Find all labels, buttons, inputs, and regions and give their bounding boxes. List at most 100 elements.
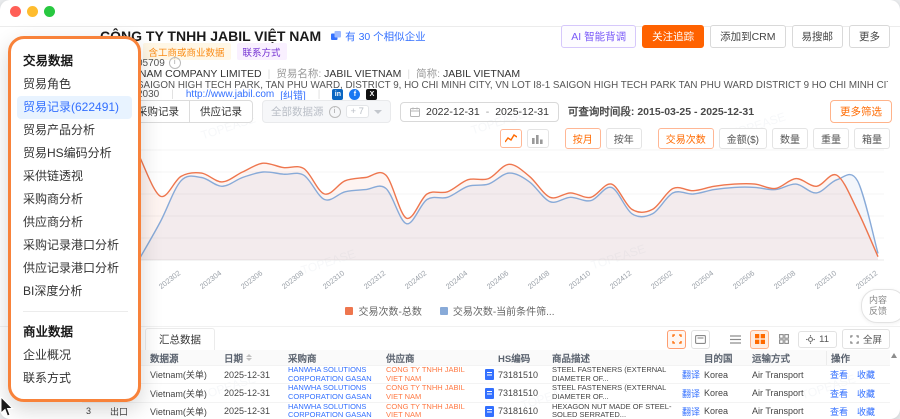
sidebar-item-trade-hs-analysis[interactable]: 贸易HS编码分析	[23, 142, 130, 165]
more-actions-button[interactable]: 更多	[849, 25, 890, 48]
x-axis-tick: 202302	[157, 268, 182, 291]
follow-track-button[interactable]: 关注追踪	[642, 25, 704, 48]
facebook-icon[interactable]: f	[349, 89, 360, 100]
table-row: 1出口Vietnam(关单)2025-12-31HANWHA SOLUTIONS…	[82, 365, 890, 383]
legend-item[interactable]: 交易次数-总数	[345, 303, 421, 318]
x-axis-tick: 202408	[526, 268, 551, 291]
product-description: STEEL FASTENERS (EXTERNAL DIAMETER OF...	[552, 384, 679, 401]
x-axis-tick: 202412	[608, 268, 633, 291]
cell-source: Vietnam(关单)	[146, 405, 220, 418]
company-doc-icon[interactable]	[485, 388, 494, 399]
scroll-up-icon[interactable]	[891, 353, 897, 358]
sidebar-item-bi-analysis[interactable]: BI深度分析	[23, 280, 130, 303]
supplier-link[interactable]: CONG TY TNHH JABIL VIET NAM	[386, 366, 482, 383]
view-link[interactable]: 查看	[830, 387, 848, 400]
buyer-link[interactable]: HANWHA SOLUTIONS CORPORATION GASAN	[288, 403, 382, 419]
buyer-link[interactable]: HANWHA SOLUTIONS CORPORATION GASAN	[288, 384, 382, 401]
similar-companies-link[interactable]: 有 30 个相似企业	[331, 29, 426, 44]
add-to-crm-button[interactable]: 添加到CRM	[710, 25, 785, 48]
view-link[interactable]: 查看	[830, 405, 848, 418]
list-view-icon[interactable]	[726, 330, 745, 349]
x-axis-tick: 202310	[321, 268, 346, 291]
sidebar-item-purchase-port-analysis[interactable]: 采购记录港口分析	[23, 234, 130, 257]
col-header-4[interactable]: HS编码	[494, 351, 548, 365]
grid-view-icon[interactable]	[750, 330, 769, 349]
col-header-3[interactable]: 供应商	[382, 351, 494, 365]
sidebar-item-trade-records[interactable]: 贸易记录(622491)	[17, 96, 132, 119]
x-axis-tick: 202304	[198, 268, 223, 291]
ai-background-check-button[interactable]: AI 智能背调	[561, 25, 636, 48]
datasource-select[interactable]: 全部数据源 i + 7	[262, 100, 391, 123]
translate-link[interactable]: 翻译	[682, 368, 700, 381]
linkedin-icon[interactable]: in	[332, 89, 343, 100]
sort-icon[interactable]	[246, 354, 252, 361]
col-header-7[interactable]: 运输方式	[748, 351, 826, 365]
buyer-link[interactable]: HANWHA SOLUTIONS CORPORATION GASAN	[288, 366, 382, 383]
mouse-cursor	[0, 397, 16, 419]
sidebar-item-supplier-analysis[interactable]: 供应商分析	[23, 211, 130, 234]
tab-summary-data[interactable]: 汇总数据	[145, 328, 215, 350]
cell-desc: STEEL FASTENERS (EXTERNAL DIAMETER OF...…	[548, 384, 700, 401]
content-feedback-pill[interactable]: 内容反馈	[861, 289, 900, 323]
mail-search-button[interactable]: 易搜邮	[792, 25, 844, 48]
sidebar-item-trade-role[interactable]: 贸易角色	[23, 73, 130, 96]
legend-label: 交易次数-总数	[358, 303, 421, 318]
cell-supplier: CONG TY TNHH JABIL VIET NAM	[382, 366, 494, 383]
favorite-link[interactable]: 收藏	[857, 387, 875, 400]
col-header-8[interactable]: 操作	[826, 351, 890, 365]
fullscreen-button[interactable]: 全屏	[842, 329, 890, 349]
translate-link[interactable]: 翻译	[682, 387, 700, 400]
favorite-link[interactable]: 收藏	[857, 368, 875, 381]
product-description: STEEL FASTENERS (EXTERNAL DIAMETER OF...	[552, 366, 679, 383]
cell-date: 2025-12-31	[220, 370, 284, 380]
sidebar-item-supply-port-analysis[interactable]: 供应记录港口分析	[23, 257, 130, 280]
supply-records-tab[interactable]: 供应记录	[189, 101, 252, 122]
col-header-1[interactable]: 日期	[220, 351, 284, 365]
sidebar-item-contact-info[interactable]: 联系方式	[23, 367, 130, 390]
expand-view-icon[interactable]	[667, 330, 686, 349]
legend-item[interactable]: 交易次数-当前条件筛...	[440, 303, 555, 318]
traffic-light-zoom-icon[interactable]	[44, 6, 55, 17]
app-window: TOPEASETOPEASETOPEASETOPEASETOPEASETOPEA…	[0, 0, 900, 419]
supplier-link[interactable]: CONG TY TNHH JABIL VIET NAM	[386, 403, 482, 419]
x-axis-tick: 202502	[649, 268, 674, 291]
cell-transport: Air Transport	[748, 388, 826, 398]
more-filters-button[interactable]: 更多筛选	[830, 100, 892, 123]
website-link[interactable]: http://www.jabil.com	[186, 89, 274, 100]
view-link[interactable]: 查看	[830, 368, 848, 381]
date-start: 2022-12-31	[426, 106, 480, 118]
col-header-0[interactable]: 数据源	[146, 351, 220, 365]
cell-type: 出口	[106, 405, 146, 418]
col-header-2[interactable]: 采购商	[284, 351, 382, 365]
date-range-input[interactable]: 2022-12-31 - 2025-12-31	[400, 102, 559, 122]
column-settings-button[interactable]: 11	[798, 331, 837, 348]
supplier-link[interactable]: CONG TY TNHH JABIL VIET NAM	[386, 384, 482, 401]
company-doc-icon[interactable]	[485, 406, 494, 417]
x-axis-tick: 202512	[854, 268, 879, 291]
sidebar-item-buyer-analysis[interactable]: 采购商分析	[23, 188, 130, 211]
company-doc-icon[interactable]	[485, 369, 494, 380]
sidebar-item-company-profile[interactable]: 企业概况	[23, 344, 130, 367]
layout-view-icon[interactable]	[774, 330, 793, 349]
fullscreen-icon	[850, 335, 859, 344]
x-twitter-icon[interactable]: X	[366, 89, 377, 100]
x-axis-tick: 202406	[485, 268, 510, 291]
traffic-light-close-icon[interactable]	[10, 6, 21, 17]
favorite-link[interactable]: 收藏	[857, 405, 875, 418]
col-header-6[interactable]: 目的国	[700, 351, 748, 365]
filter-row: 采购记录 供应记录 全部数据源 i + 7 2022-12-31 - 2025-…	[126, 100, 754, 123]
cell-source: Vietnam(关单)	[146, 368, 220, 381]
card-view-icon[interactable]	[691, 330, 710, 349]
sidebar-section-title: 商业数据	[23, 320, 130, 344]
cell-supplier: CONG TY TNHH JABIL VIET NAM	[382, 403, 494, 419]
sidebar-item-supply-chain-insight[interactable]: 采供链透视	[23, 165, 130, 188]
company-tag[interactable]: 联系方式	[237, 43, 287, 60]
x-axis-tick: 202410	[567, 268, 592, 291]
traffic-light-minimize-icon[interactable]	[27, 6, 38, 17]
x-axis-tick: 202508	[772, 268, 797, 291]
table-toolbar: 11 全屏	[667, 329, 890, 349]
translate-link[interactable]: 翻译	[682, 405, 700, 418]
sidebar-item-trade-product-analysis[interactable]: 贸易产品分析	[23, 119, 130, 142]
x-axis-tick: 202504	[690, 268, 715, 291]
col-header-5[interactable]: 商品描述	[548, 351, 700, 365]
